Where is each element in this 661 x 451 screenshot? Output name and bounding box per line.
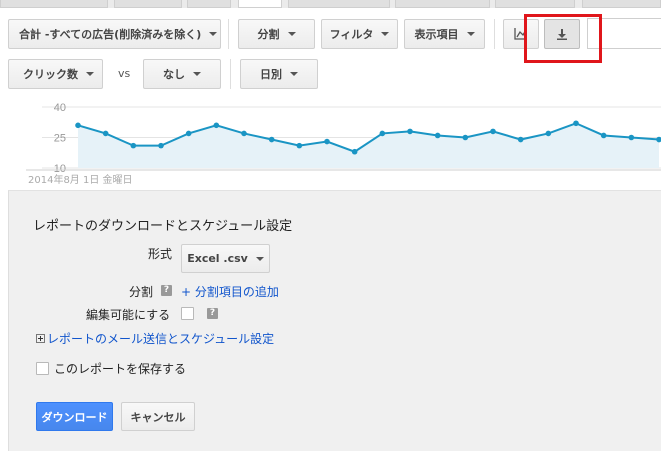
chevron-down-icon bbox=[86, 72, 94, 76]
data-point bbox=[185, 130, 192, 137]
primary-metric-label: クリック数 bbox=[23, 68, 78, 81]
toolbar-divider bbox=[230, 59, 231, 89]
chevron-down-icon bbox=[209, 32, 218, 36]
data-point bbox=[102, 130, 109, 137]
filter-label: フィルタ bbox=[329, 28, 374, 41]
data-point bbox=[241, 130, 247, 137]
chart-svg: 40 25 102014年8月 1日 金曜日 bbox=[26, 102, 661, 186]
data-point bbox=[351, 148, 358, 155]
help-icon[interactable]: ? bbox=[161, 285, 172, 296]
y-tick-label: 25 bbox=[54, 133, 66, 145]
data-point bbox=[600, 132, 607, 139]
data-point bbox=[130, 142, 137, 149]
chevron-down-icon bbox=[381, 32, 390, 36]
report-tab[interactable] bbox=[0, 0, 108, 8]
chevron-down-icon bbox=[287, 32, 296, 36]
campaign-filter-label: 合計 -すべての広告(削除済みを除く) bbox=[19, 28, 202, 41]
report-tab[interactable] bbox=[288, 0, 390, 8]
data-point bbox=[490, 128, 496, 135]
y-tick-label: 10 bbox=[54, 163, 66, 175]
report-tab-strip bbox=[0, 0, 661, 8]
expand-plus-icon bbox=[36, 334, 45, 343]
data-point bbox=[158, 142, 164, 149]
toolbar-divider bbox=[494, 19, 495, 49]
data-point bbox=[545, 130, 552, 137]
report-tab[interactable] bbox=[395, 0, 490, 8]
report-tab-active[interactable] bbox=[238, 0, 282, 8]
chevron-down-icon bbox=[255, 256, 264, 261]
format-label: 形式 bbox=[148, 247, 173, 261]
chevron-down-icon bbox=[466, 32, 475, 36]
x-start-label: 2014年8月 1日 金曜日 bbox=[28, 173, 133, 186]
data-point bbox=[296, 142, 303, 149]
columns-label: 表示項目 bbox=[414, 28, 459, 41]
editable-label: 編集可能にする bbox=[86, 308, 171, 322]
data-point bbox=[213, 122, 220, 129]
format-value: Excel .csv bbox=[187, 252, 248, 265]
report-tab[interactable] bbox=[582, 0, 661, 8]
download-highlight-box bbox=[524, 14, 602, 63]
segment-field-label: 分割 bbox=[129, 285, 154, 299]
data-point bbox=[75, 122, 81, 129]
download-panel-title: レポートのダウンロードとスケジュール設定 bbox=[33, 219, 293, 234]
data-point bbox=[434, 132, 441, 139]
data-point bbox=[379, 130, 386, 137]
report-tab[interactable] bbox=[187, 0, 231, 8]
email-schedule-label: レポートのメール送信とスケジュール設定 bbox=[47, 332, 275, 346]
email-schedule-link[interactable]: レポートのメール送信とスケジュール設定 bbox=[36, 330, 274, 347]
columns-button[interactable]: 表示項目 bbox=[404, 19, 485, 49]
report-tab[interactable] bbox=[495, 0, 575, 8]
y-tick-label: 40 bbox=[54, 102, 66, 114]
segment-label: 分割 bbox=[257, 28, 280, 41]
cancel-button[interactable]: キャンセル bbox=[121, 402, 195, 431]
performance-chart: 40 25 10 2014年8月 1日 金曜日 bbox=[0, 95, 661, 190]
report-tab[interactable] bbox=[114, 0, 182, 8]
campaign-filter-dropdown[interactable]: 合計 -すべての広告(削除済みを除く) bbox=[8, 19, 221, 49]
period-label: 日別 bbox=[260, 68, 282, 81]
filter-button[interactable]: フィルタ bbox=[321, 19, 398, 49]
vs-label: vs bbox=[118, 67, 131, 80]
download-submit-button[interactable]: ダウンロード bbox=[36, 402, 113, 431]
format-dropdown[interactable]: Excel .csv bbox=[181, 244, 270, 273]
add-segment-link[interactable]: + 分割項目の追加 bbox=[181, 283, 279, 300]
series-area bbox=[78, 123, 659, 168]
data-point bbox=[628, 134, 635, 141]
secondary-metric-label: なし bbox=[163, 68, 185, 81]
primary-metric-dropdown[interactable]: クリック数 bbox=[8, 59, 103, 89]
toolbar-divider bbox=[228, 19, 229, 49]
data-point bbox=[407, 128, 413, 135]
editable-checkbox[interactable] bbox=[181, 307, 194, 320]
data-point bbox=[268, 136, 275, 143]
period-dropdown[interactable]: 日別 bbox=[240, 59, 318, 89]
chevron-down-icon bbox=[290, 72, 298, 76]
help-icon[interactable]: ? bbox=[207, 308, 218, 319]
save-report-label: このレポートを保存する bbox=[54, 362, 187, 376]
save-report-checkbox[interactable] bbox=[36, 362, 49, 375]
data-point bbox=[462, 134, 469, 141]
chevron-down-icon bbox=[193, 72, 201, 76]
segment-button[interactable]: 分割 bbox=[238, 19, 315, 49]
secondary-metric-dropdown[interactable]: なし bbox=[143, 59, 221, 89]
data-point bbox=[517, 136, 524, 143]
data-point bbox=[573, 120, 579, 127]
data-point bbox=[324, 138, 330, 145]
